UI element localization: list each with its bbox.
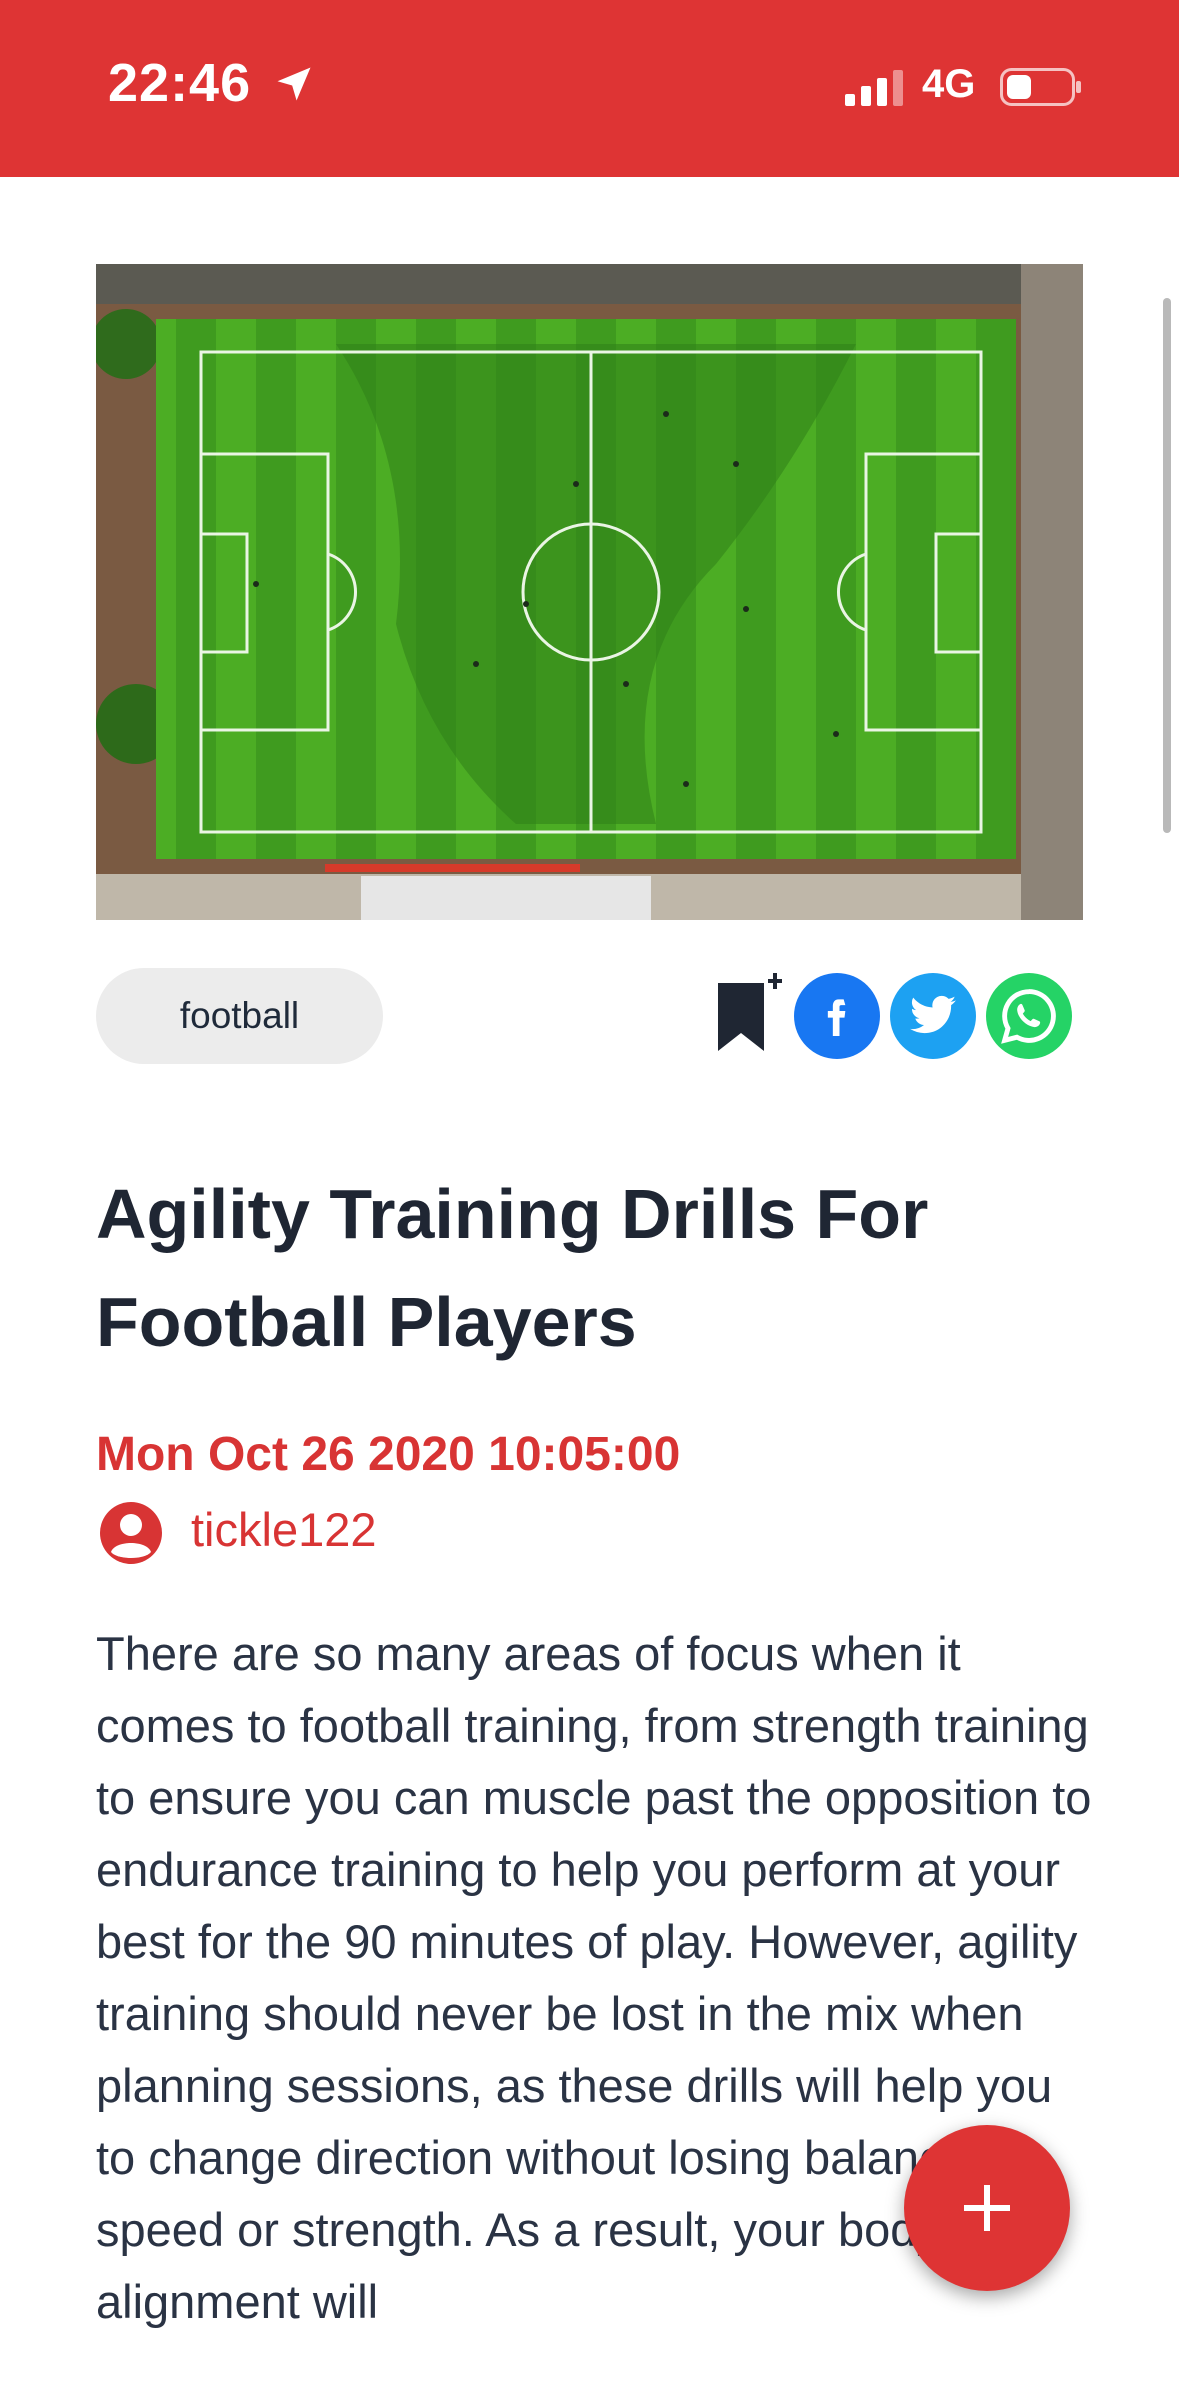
status-bar: 22:46 4G [0, 0, 1179, 177]
article-author[interactable]: tickle122 [191, 1502, 377, 1557]
facebook-share-button[interactable] [794, 973, 880, 1059]
facebook-icon [827, 999, 846, 1036]
add-floating-button[interactable] [904, 2125, 1070, 2291]
signal-bars-icon [845, 70, 903, 106]
network-type: 4G [922, 62, 976, 106]
scrollbar[interactable] [1163, 298, 1171, 833]
twitter-icon [910, 995, 956, 1034]
bookmark-add-icon[interactable] [716, 973, 786, 1055]
whatsapp-share-button[interactable] [986, 973, 1072, 1059]
plus-icon [964, 2185, 1010, 2231]
user-circle-icon [100, 1502, 162, 1564]
battery-icon [1000, 68, 1081, 106]
twitter-share-button[interactable] [890, 973, 976, 1059]
hero-image [96, 264, 1083, 920]
whatsapp-icon [1001, 989, 1056, 1044]
status-time: 22:46 [108, 53, 252, 113]
category-tag[interactable]: football [96, 968, 383, 1064]
location-arrow-icon [277, 67, 311, 101]
article-title: Agility Training Drills For Football Pla… [96, 1175, 929, 1361]
article-date: Mon Oct 26 2020 10:05:00 [96, 1428, 681, 1481]
